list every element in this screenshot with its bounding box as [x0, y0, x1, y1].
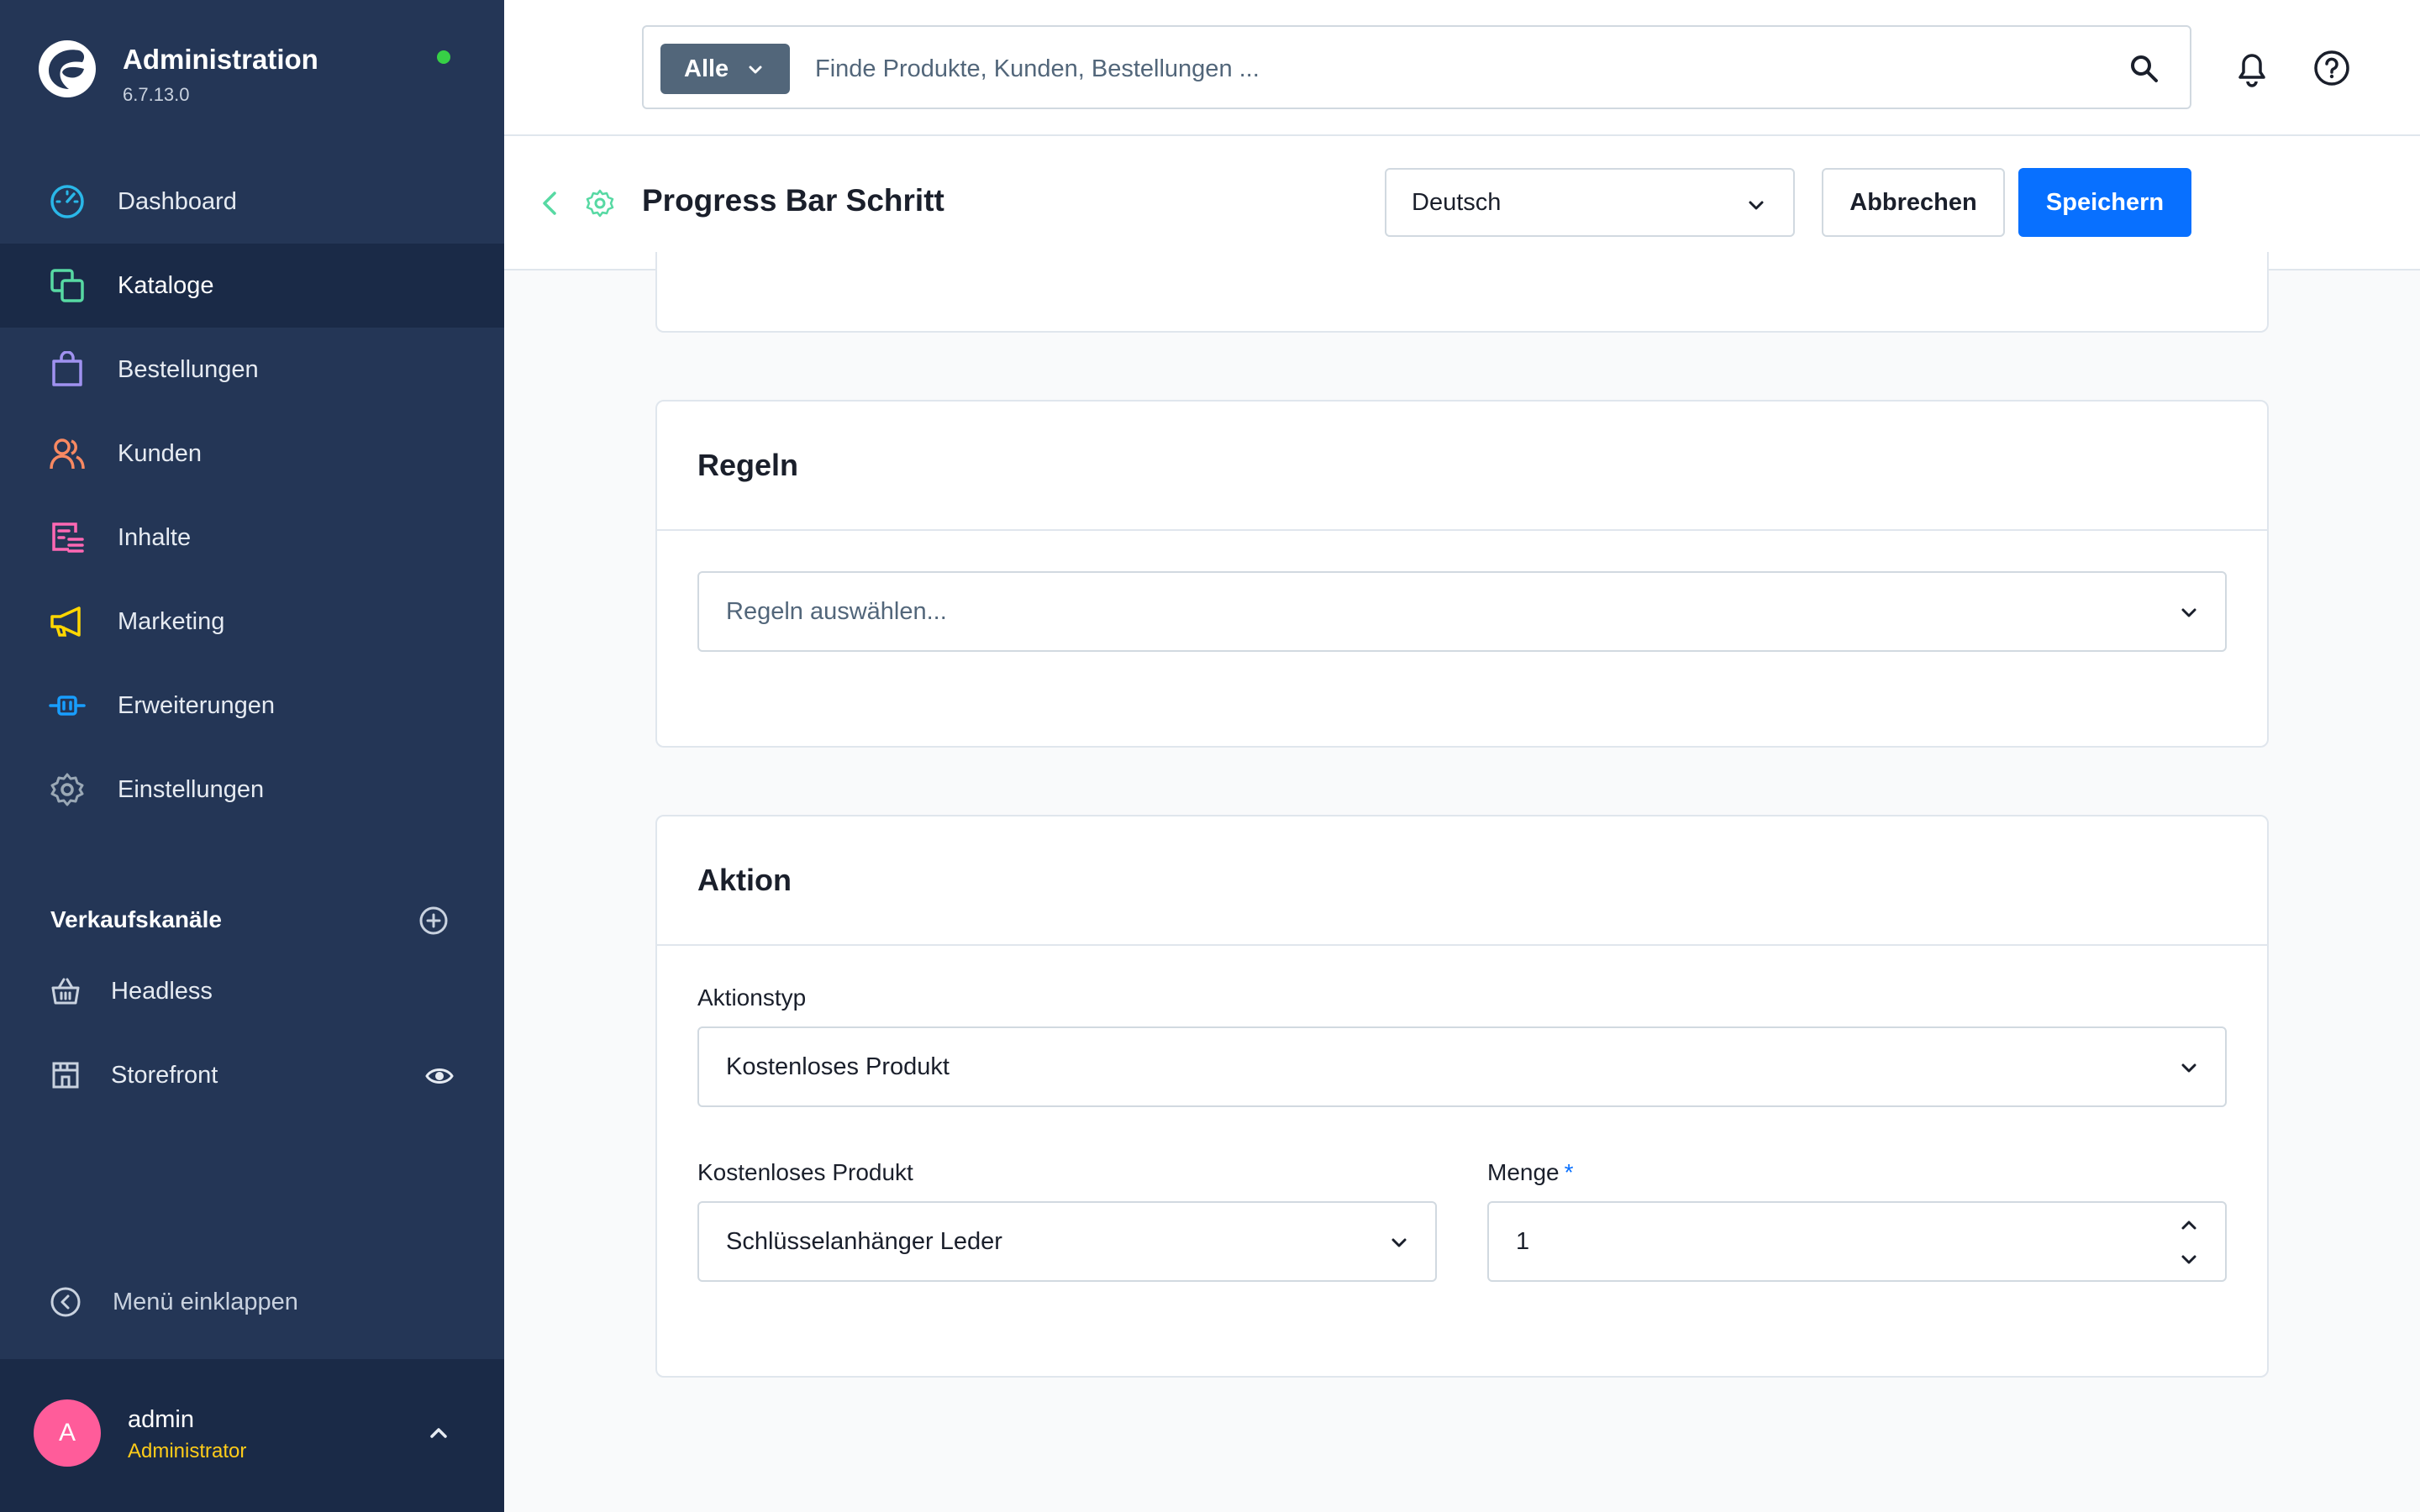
main-nav: Dashboard Kataloge Bestellungen Kunden I…: [0, 160, 504, 832]
sidebar-item-erweiterungen[interactable]: Erweiterungen: [0, 664, 504, 748]
previous-card-bottom: [655, 252, 2269, 333]
online-status-dot: [437, 50, 450, 64]
user-profile[interactable]: A admin Administrator: [0, 1359, 504, 1512]
page-title: Progress Bar Schritt: [642, 183, 944, 218]
sidebar-item-label: Marketing: [118, 607, 225, 635]
action-type-label: Aktionstyp: [697, 984, 807, 1011]
back-chevron-icon[interactable]: [538, 188, 563, 218]
rules-select-placeholder: Regeln auswählen...: [726, 597, 947, 625]
shopware-logo-icon[interactable]: [37, 39, 97, 99]
chevron-down-icon[interactable]: [2178, 1248, 2200, 1270]
sidebar-item-label: Einstellungen: [118, 775, 265, 803]
free-product-value: Schlüsselanhänger Leder: [726, 1227, 1002, 1255]
sales-channel-label: Storefront: [111, 1061, 218, 1089]
sales-channel-label: Headless: [111, 977, 213, 1005]
sales-channel-storefront[interactable]: Storefront: [0, 1033, 504, 1117]
global-search: Alle: [642, 25, 2191, 109]
storefront-icon: [49, 1058, 82, 1092]
action-card-title: Aktion: [697, 863, 792, 897]
eye-icon[interactable]: [425, 1062, 454, 1090]
catalog-icon: [49, 267, 86, 304]
required-marker: *: [1564, 1159, 1574, 1185]
rules-card-header: Regeln: [657, 402, 2267, 531]
action-card: Aktion Aktionstyp Kostenloses Produkt Ko…: [655, 815, 2269, 1378]
notification-bell-icon[interactable]: [2232, 47, 2272, 89]
user-role: Administrator: [128, 1440, 247, 1462]
save-button[interactable]: Speichern: [2018, 168, 2191, 237]
collapse-menu-button[interactable]: Menü einklappen: [49, 1285, 298, 1319]
avatar: A: [34, 1399, 101, 1467]
content-icon: [49, 519, 86, 556]
free-product-label: Kostenloses Produkt: [697, 1159, 913, 1185]
search-input[interactable]: [815, 44, 2126, 94]
sales-channels-title: Verkaufskanäle: [50, 906, 222, 932]
sidebar-item-label: Dashboard: [118, 187, 237, 215]
settings-gear-icon: [49, 771, 86, 808]
brand: Administration 6.7.13.0: [37, 37, 474, 121]
sidebar-item-einstellungen[interactable]: Einstellungen: [0, 748, 504, 832]
chevron-down-icon: [2181, 608, 2196, 617]
app-title: Administration: [123, 44, 318, 75]
customers-icon: [49, 435, 86, 472]
app-version: 6.7.13.0: [123, 84, 190, 105]
search-type-label: Alle: [684, 55, 729, 82]
sidebar-item-bestellungen[interactable]: Bestellungen: [0, 328, 504, 412]
search-icon[interactable]: [2128, 52, 2161, 86]
language-select[interactable]: Deutsch: [1385, 168, 1795, 237]
add-sales-channel-icon[interactable]: [418, 906, 449, 936]
chevron-down-icon: [1749, 201, 1764, 210]
orders-bag-icon: [49, 351, 86, 388]
collapse-menu-label: Menü einklappen: [113, 1288, 298, 1315]
chevron-down-icon: [2181, 1063, 2196, 1073]
chevron-down-icon: [1392, 1238, 1407, 1247]
chevron-left-circle-icon: [50, 1287, 81, 1317]
quantity-stepper[interactable]: 1: [1487, 1201, 2227, 1282]
action-type-select[interactable]: Kostenloses Produkt: [697, 1026, 2227, 1107]
rules-select[interactable]: Regeln auswählen...: [697, 571, 2227, 652]
smart-bar: Progress Bar Schritt Deutsch Abbrechen S…: [504, 136, 2420, 270]
dashboard-icon: [49, 183, 86, 220]
user-name: admin: [128, 1406, 194, 1433]
cancel-button[interactable]: Abbrechen: [1822, 168, 2005, 237]
help-question-icon[interactable]: [2312, 49, 2351, 87]
sales-channel-headless[interactable]: Headless: [0, 949, 504, 1033]
action-type-value: Kostenloses Produkt: [726, 1053, 950, 1080]
sidebar-item-inhalte[interactable]: Inhalte: [0, 496, 504, 580]
marketing-megaphone-icon: [49, 603, 86, 640]
basket-icon: [49, 974, 82, 1008]
sidebar-item-label: Erweiterungen: [118, 691, 275, 719]
chevron-up-icon[interactable]: [2178, 1215, 2200, 1236]
chevron-up-icon[interactable]: [425, 1420, 452, 1446]
sidebar-item-kataloge[interactable]: Kataloge: [0, 244, 504, 328]
free-product-select[interactable]: Schlüsselanhänger Leder: [697, 1201, 1437, 1282]
chevron-down-icon: [749, 66, 762, 74]
sidebar-item-marketing[interactable]: Marketing: [0, 580, 504, 664]
quantity-label: Menge *: [1487, 1159, 1574, 1186]
sidebar-item-label: Kataloge: [118, 271, 214, 299]
quantity-value: 1: [1516, 1227, 1530, 1255]
search-type-dropdown[interactable]: Alle: [660, 44, 790, 94]
top-bar: Alle: [504, 0, 2420, 136]
sidebar-item-label: Bestellungen: [118, 355, 259, 383]
sidebar: Administration 6.7.13.0 Dashboard Katalo…: [0, 0, 504, 1512]
sidebar-item-kunden[interactable]: Kunden: [0, 412, 504, 496]
action-card-header: Aktion: [657, 816, 2267, 946]
rules-card: Regeln Regeln auswählen...: [655, 400, 2269, 748]
sidebar-item-label: Kunden: [118, 439, 202, 467]
sidebar-item-label: Inhalte: [118, 523, 192, 551]
sales-channels-header: Verkaufskanäle: [0, 890, 504, 949]
language-select-value: Deutsch: [1412, 188, 1502, 216]
extensions-plug-icon: [49, 687, 86, 724]
sales-channels: Verkaufskanäle Headless Storefront: [0, 890, 504, 1117]
sidebar-item-dashboard[interactable]: Dashboard: [0, 160, 504, 244]
rules-card-title: Regeln: [697, 448, 799, 482]
settings-gear-icon: [586, 189, 614, 218]
quantity-label-text: Menge: [1487, 1159, 1560, 1185]
